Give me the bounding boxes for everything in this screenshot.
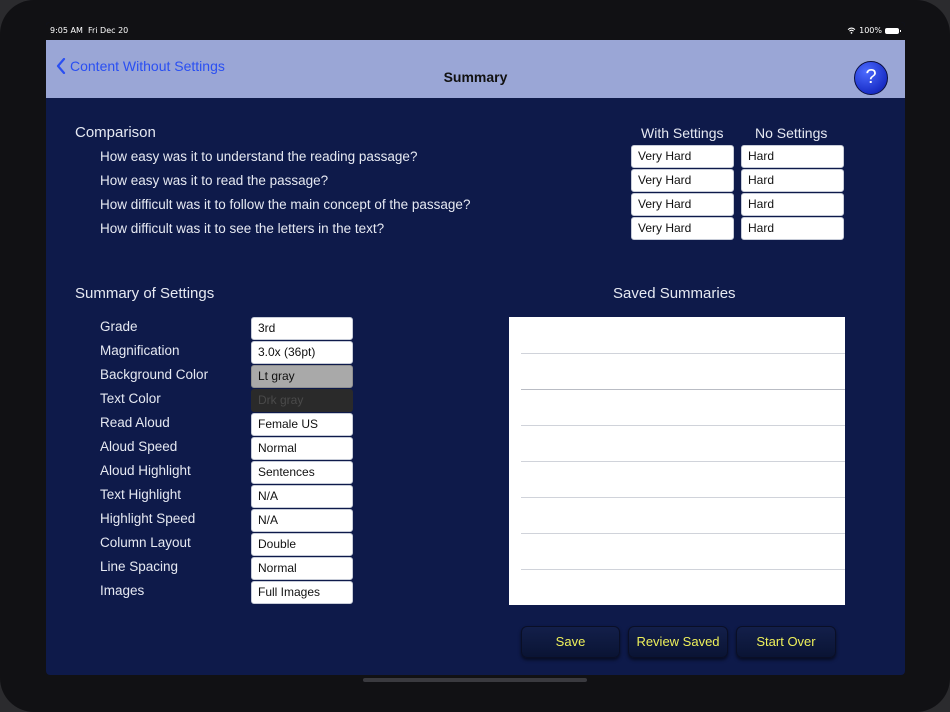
with-settings-value: Very Hard: [631, 169, 734, 192]
setting-label: Text Highlight: [100, 487, 182, 502]
col-no-settings: No Settings: [755, 125, 828, 141]
comparison-question: How difficult was it to follow the main …: [100, 197, 471, 212]
setting-label: Text Color: [100, 391, 161, 406]
comparison-question: How easy was it to read the passage?: [100, 173, 329, 188]
status-right: 100%: [847, 26, 901, 35]
setting-value: Normal: [251, 557, 353, 580]
setting-value: N/A: [251, 509, 353, 532]
help-button[interactable]: ?: [854, 61, 888, 95]
no-settings-value: Hard: [741, 169, 844, 192]
with-settings-value: Very Hard: [631, 193, 734, 216]
list-separator: [521, 461, 845, 462]
list-separator: [521, 353, 845, 354]
start-over-button[interactable]: Start Over: [736, 626, 836, 658]
setting-value: Sentences: [251, 461, 353, 484]
with-settings-value: Very Hard: [631, 145, 734, 168]
list-separator: [521, 497, 845, 498]
setting-label: Aloud Highlight: [100, 463, 191, 478]
status-bar: 9:05 AM Fri Dec 20 100%: [46, 22, 905, 40]
setting-label: Line Spacing: [100, 559, 179, 574]
settings-title: Summary of Settings: [75, 285, 215, 302]
comparison-question: How easy was it to understand the readin…: [100, 149, 418, 164]
review-saved-button[interactable]: Review Saved: [628, 626, 728, 658]
navigation-bar: Content Without Settings Summary: [46, 40, 905, 98]
no-settings-value: Hard: [741, 217, 844, 240]
saved-summaries-list[interactable]: [509, 317, 845, 605]
status-time-text: 9:05 AM: [50, 26, 83, 35]
setting-label: Images: [100, 583, 145, 598]
with-settings-value: Very Hard: [631, 217, 734, 240]
status-time: 9:05 AM Fri Dec 20: [50, 26, 128, 35]
setting-value: Female US: [251, 413, 353, 436]
setting-label: Magnification: [100, 343, 180, 358]
list-separator: [521, 389, 845, 390]
no-settings-value: Hard: [741, 145, 844, 168]
setting-value: 3.0x (36pt): [251, 341, 353, 364]
wifi-icon: [847, 27, 856, 34]
background-color-swatch: Lt gray: [251, 365, 353, 388]
list-separator: [521, 569, 845, 570]
col-with-settings: With Settings: [641, 125, 724, 141]
app-screen: 9:05 AM Fri Dec 20 100% Content Without …: [46, 22, 905, 675]
setting-value: N/A: [251, 485, 353, 508]
list-separator: [521, 425, 845, 426]
comparison-question: How difficult was it to see the letters …: [100, 221, 385, 236]
setting-label: Background Color: [100, 367, 209, 382]
text-color-swatch: Drk gray: [251, 389, 353, 412]
setting-label: Column Layout: [100, 535, 191, 550]
setting-label: Grade: [100, 319, 138, 334]
setting-label: Highlight Speed: [100, 511, 196, 526]
setting-value: Full Images: [251, 581, 353, 604]
setting-value: 3rd: [251, 317, 353, 340]
status-date: Fri Dec 20: [87, 26, 129, 35]
setting-value: Normal: [251, 437, 353, 460]
saved-summaries-title: Saved Summaries: [613, 285, 736, 302]
home-indicator: [363, 678, 587, 682]
setting-label: Aloud Speed: [100, 439, 178, 454]
list-separator: [521, 533, 845, 534]
no-settings-value: Hard: [741, 193, 844, 216]
setting-label: Read Aloud: [100, 415, 170, 430]
setting-value: Double: [251, 533, 353, 556]
save-button[interactable]: Save: [521, 626, 620, 658]
comparison-title: Comparison: [75, 124, 156, 141]
device-frame: 9:05 AM Fri Dec 20 100% Content Without …: [0, 0, 950, 712]
battery-icon: [885, 27, 901, 34]
battery-percent: 100%: [859, 26, 882, 35]
page-title: Summary: [443, 69, 508, 85]
